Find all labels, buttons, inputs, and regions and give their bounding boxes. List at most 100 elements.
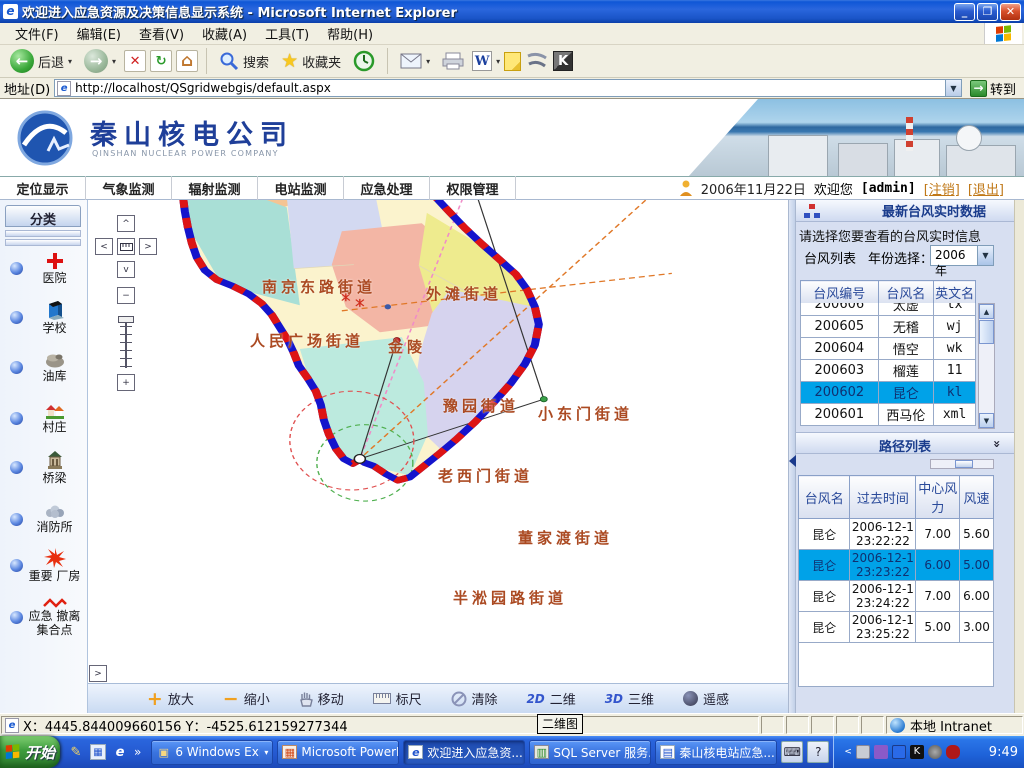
k-plugin-button[interactable]: K (553, 51, 573, 71)
view-3d-tool[interactable]: 3D 三维 (605, 689, 654, 708)
zoom-out-tool[interactable]: − 缩小 (223, 689, 270, 708)
tab-radiation[interactable]: 辐射监测 (172, 176, 258, 201)
start-button[interactable]: 开始 (0, 736, 60, 768)
menu-tools[interactable]: 工具(T) (256, 22, 318, 45)
category-header[interactable]: 分类 (5, 205, 81, 227)
tab-station[interactable]: 电站监测 (258, 176, 344, 201)
quick-launch-pencil-icon[interactable]: ✎ (68, 744, 84, 760)
pan-tool[interactable]: 移动 (299, 689, 344, 708)
year-select[interactable]: 2006年 ▼ (930, 245, 994, 266)
search-button[interactable]: 搜索 (215, 50, 273, 72)
sidebar-item-bridge[interactable]: 桥梁 (0, 450, 86, 485)
quick-launch-overflow-icon[interactable]: » (134, 745, 141, 759)
mail-button[interactable]: ▾ (396, 52, 434, 70)
typhoon-position-marker[interactable] (354, 455, 365, 464)
refresh-button[interactable]: ↻ (150, 50, 172, 72)
menu-help[interactable]: 帮助(H) (318, 22, 382, 45)
exit-link[interactable]: [退出] (968, 179, 1004, 198)
list-scrollbar[interactable]: ▲ ▼ (978, 303, 995, 429)
path-list-header[interactable]: 路径列表 » (796, 432, 1014, 454)
tab-emergency[interactable]: 应急处理 (344, 176, 430, 201)
edit-dropdown-icon[interactable]: ▾ (496, 57, 500, 66)
taskbar-window-word[interactable]: ▤ 秦山核电站应急... (655, 740, 777, 765)
table-row[interactable]: 200603 榴莲 11 (801, 360, 976, 382)
logout-link[interactable]: [注销] (924, 179, 960, 198)
favorites-button[interactable]: ★ 收藏夹 (277, 49, 345, 73)
sidebar-expand-button[interactable]: > (89, 665, 107, 682)
back-button[interactable]: ← 后退 ▾ (6, 48, 76, 74)
menu-view[interactable]: 查看(V) (130, 22, 193, 45)
point-marker-blue[interactable] (385, 304, 391, 309)
tab-weather[interactable]: 气象监测 (86, 176, 172, 201)
taskbar-window-explorer-group[interactable]: ▣ 6 Windows Expl... ▾ (151, 740, 273, 765)
help-language-button[interactable]: ? (807, 741, 829, 763)
pan-down-button[interactable]: v (117, 261, 135, 278)
taskbar-window-sqlserver[interactable]: ▥ SQL Server 服务... (529, 740, 651, 765)
point-marker-green[interactable] (540, 396, 547, 401)
back-dropdown-icon[interactable]: ▾ (68, 57, 72, 66)
zoom-slider-minus-button[interactable]: − (117, 287, 135, 304)
home-button[interactable]: ⌂ (176, 50, 198, 72)
tray-purple-icon[interactable] (874, 745, 888, 759)
sidebar-item-fire-station[interactable]: 消防所 (0, 505, 86, 534)
category-bar[interactable] (5, 239, 81, 246)
sidebar-item-hospital[interactable]: 医院 (0, 252, 86, 285)
menu-favorites[interactable]: 收藏(A) (193, 22, 256, 45)
keyboard-language-button[interactable]: ⌨ (781, 741, 803, 763)
tool-button[interactable] (525, 50, 549, 72)
map-viewport[interactable]: 南京东路街道 外滩街道 人民广场街道 金陵 豫园街道 小东门街道 老西门街道 董… (88, 200, 788, 683)
tray-sql-icon[interactable] (856, 745, 870, 759)
minimize-button[interactable]: _ (954, 3, 975, 21)
forward-button[interactable]: → ▾ (80, 48, 120, 74)
stop-button[interactable]: ✕ (124, 50, 146, 72)
quick-launch-ie-icon[interactable]: e (112, 744, 128, 760)
scroll-down-icon[interactable]: ▼ (979, 413, 994, 428)
pan-left-button[interactable]: < (95, 238, 113, 255)
tab-location[interactable]: 定位显示 (0, 176, 86, 201)
sidebar-item-village[interactable]: 村庄 (0, 402, 86, 434)
table-row-selected[interactable]: 昆仑 2006-12-1 23:23:22 6.00 5.00 (799, 550, 994, 581)
sidebar-item-key-plant[interactable]: 重要 厂房 (0, 548, 86, 583)
scroll-thumb[interactable] (979, 320, 994, 344)
view-2d-tool[interactable]: 2D 二维 (526, 689, 575, 708)
pan-right-button[interactable]: > (139, 238, 157, 255)
category-bar[interactable] (5, 230, 81, 237)
collapse-panel-icon[interactable] (789, 455, 796, 467)
tray-antivirus-icon[interactable]: K (910, 745, 924, 759)
tray-ati-icon[interactable] (946, 745, 960, 759)
menu-edit[interactable]: 编辑(E) (68, 22, 130, 45)
taskbar-window-ie-active[interactable]: e 欢迎进入应急资... (403, 740, 525, 765)
tab-permission[interactable]: 权限管理 (430, 176, 516, 201)
ruler-tool[interactable]: 标尺 (373, 689, 422, 708)
hide-icons-chevron-icon[interactable]: < (844, 747, 852, 757)
note-button[interactable] (504, 52, 521, 71)
remote-sensing-tool[interactable]: 遥感 (683, 689, 729, 708)
forward-dropdown-icon[interactable]: ▾ (112, 57, 116, 66)
restore-button[interactable]: ❐ (977, 3, 998, 21)
zoom-in-tool[interactable]: + 放大 (147, 689, 194, 708)
table-row[interactable]: 昆仑 2006-12-1 23:22:22 7.00 5.60 (799, 519, 994, 550)
menu-file[interactable]: 文件(F) (6, 22, 68, 45)
go-button[interactable]: → 转到 (966, 79, 1020, 98)
chevron-down-icon[interactable]: » (990, 440, 1004, 446)
print-button[interactable] (438, 51, 468, 71)
sidebar-item-assembly-point[interactable]: 应急 撤离 集合点 (0, 598, 86, 637)
sidebar-item-oil-depot[interactable]: 油库 (0, 352, 86, 383)
scroll-up-icon[interactable]: ▲ (979, 304, 994, 319)
quick-launch-outlook-icon[interactable]: ▦ (90, 744, 106, 760)
mail-dropdown-icon[interactable]: ▾ (426, 57, 430, 66)
panel-splitter[interactable] (788, 200, 796, 713)
sidebar-item-school[interactable]: 学校 (0, 300, 86, 335)
zoom-slider[interactable] (118, 316, 134, 368)
mini-horizontal-scrollbar[interactable] (930, 459, 994, 469)
address-dropdown-icon[interactable]: ▼ (945, 80, 961, 96)
clear-tool[interactable]: 清除 (451, 689, 498, 708)
table-row[interactable]: 200604 悟空 wk (801, 338, 976, 360)
year-dropdown-icon[interactable]: ▼ (977, 246, 993, 265)
word-edit-button[interactable]: W (472, 51, 492, 71)
table-row[interactable]: 200605 无稽 wj (801, 316, 976, 338)
tray-gray-icon[interactable] (928, 745, 942, 759)
table-row[interactable]: 200606 太虚 tx (801, 303, 976, 316)
table-row[interactable]: 200601 西马伦 xml (801, 404, 976, 426)
close-button[interactable]: ✕ (1000, 3, 1021, 21)
